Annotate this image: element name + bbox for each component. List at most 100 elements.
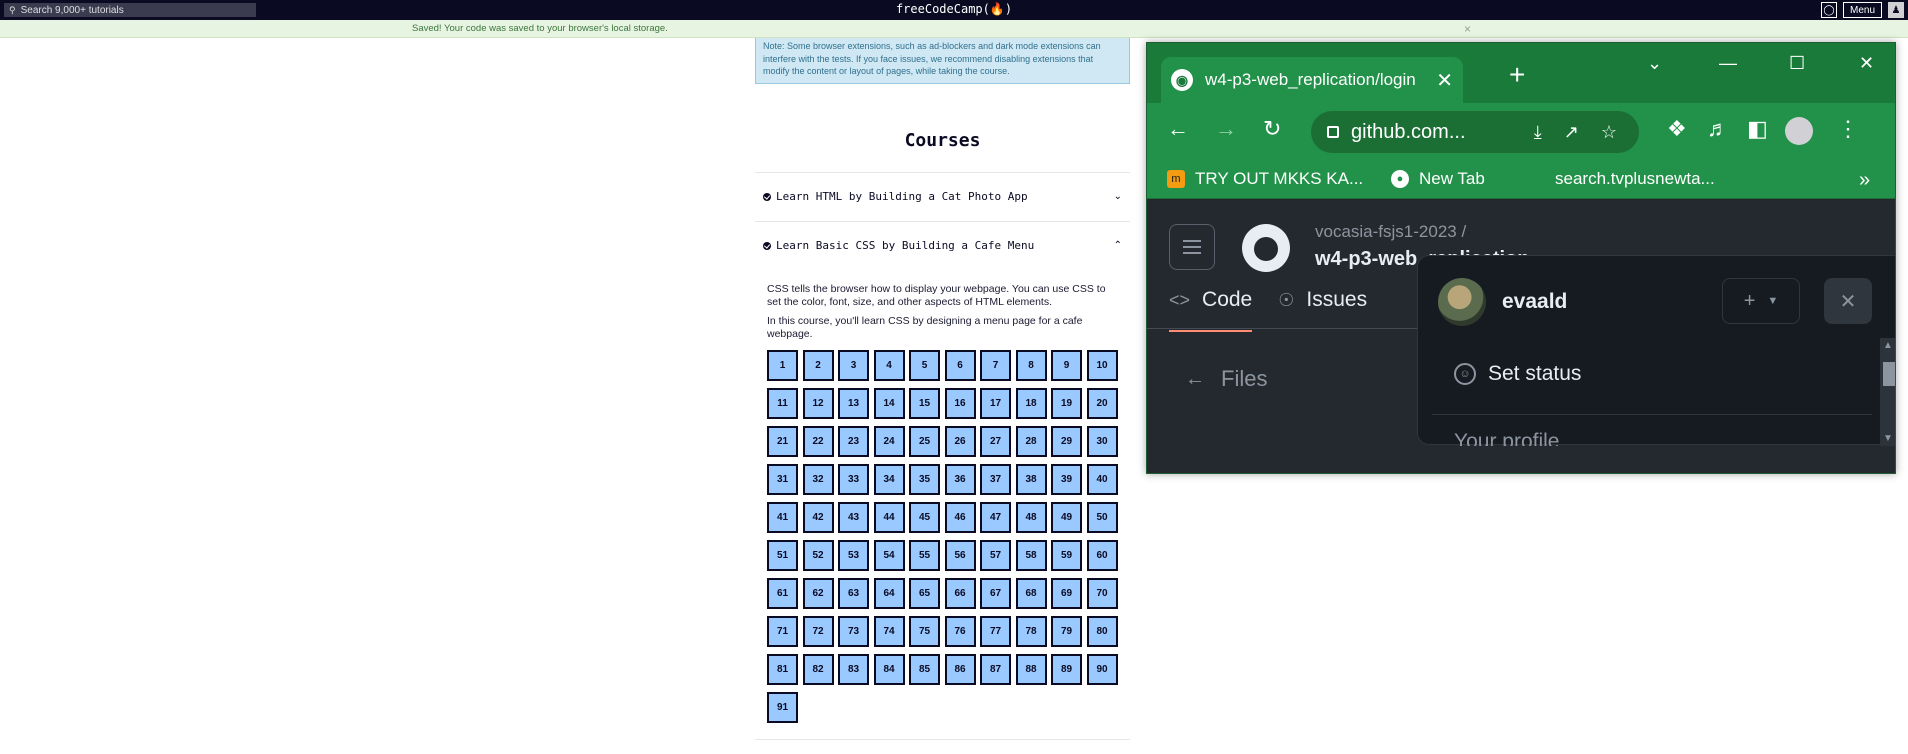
user-avatar-icon[interactable]: ♟ [1888, 2, 1904, 18]
reload-icon[interactable]: ↻ [1263, 117, 1281, 141]
step-button-84[interactable]: 84 [873, 654, 905, 685]
step-button-4[interactable]: 4 [873, 350, 905, 381]
step-button-26[interactable]: 26 [944, 426, 976, 457]
step-button-64[interactable]: 64 [873, 578, 905, 609]
scroll-up-icon[interactable]: ▲ [1883, 340, 1893, 351]
step-button-24[interactable]: 24 [873, 426, 905, 457]
step-button-13[interactable]: 13 [838, 388, 869, 419]
tab-issues[interactable]: ☉ Issues [1278, 288, 1367, 332]
step-button-40[interactable]: 40 [1086, 464, 1118, 495]
step-button-12[interactable]: 12 [802, 388, 834, 419]
scroll-down-icon[interactable]: ▼ [1883, 433, 1893, 444]
step-button-74[interactable]: 74 [873, 616, 905, 647]
step-button-73[interactable]: 73 [838, 616, 869, 647]
step-button-62[interactable]: 62 [802, 578, 834, 609]
step-button-54[interactable]: 54 [873, 540, 905, 571]
step-button-65[interactable]: 65 [909, 578, 940, 609]
bookmark-item[interactable]: m TRY OUT MKKS KA... [1167, 169, 1363, 189]
step-button-19[interactable]: 19 [1051, 388, 1082, 419]
bookmark-item[interactable]: ● New Tab [1391, 169, 1485, 189]
step-button-2[interactable]: 2 [802, 350, 834, 381]
step-button-18[interactable]: 18 [1015, 388, 1047, 419]
step-button-17[interactable]: 17 [980, 388, 1011, 419]
step-button-49[interactable]: 49 [1051, 502, 1082, 533]
step-button-21[interactable]: 21 [767, 426, 798, 457]
github-octocat-icon[interactable] [1242, 224, 1290, 272]
step-button-76[interactable]: 76 [944, 616, 976, 647]
step-button-30[interactable]: 30 [1086, 426, 1118, 457]
step-button-23[interactable]: 23 [838, 426, 869, 457]
step-button-20[interactable]: 20 [1086, 388, 1118, 419]
step-button-81[interactable]: 81 [767, 654, 798, 685]
close-tab-icon[interactable]: ✕ [1436, 68, 1453, 93]
language-globe-icon[interactable]: ◯ [1820, 2, 1837, 18]
step-button-22[interactable]: 22 [802, 426, 834, 457]
step-button-34[interactable]: 34 [873, 464, 905, 495]
bookmarks-overflow-icon[interactable]: » [1859, 169, 1870, 192]
kebab-menu-icon[interactable]: ⋮ [1837, 117, 1859, 141]
close-popup-button[interactable]: ✕ [1824, 278, 1872, 324]
step-button-33[interactable]: 33 [838, 464, 869, 495]
side-panel-icon[interactable]: ◧ [1747, 117, 1768, 141]
step-button-70[interactable]: 70 [1086, 578, 1118, 609]
profile-menu-item[interactable]: Your profile [1454, 430, 1559, 446]
media-controls-icon[interactable]: ♬ [1707, 117, 1729, 141]
step-button-60[interactable]: 60 [1086, 540, 1118, 571]
step-button-16[interactable]: 16 [944, 388, 976, 419]
step-button-83[interactable]: 83 [838, 654, 869, 685]
step-button-78[interactable]: 78 [1015, 616, 1047, 647]
step-button-51[interactable]: 51 [767, 540, 798, 571]
step-button-59[interactable]: 59 [1051, 540, 1082, 571]
profile-avatar-icon[interactable] [1785, 117, 1813, 145]
tab-search-chevron-icon[interactable]: ⌄ [1647, 53, 1662, 74]
step-button-7[interactable]: 7 [980, 350, 1011, 381]
files-back-link[interactable]: ← Files [1185, 366, 1267, 392]
step-button-35[interactable]: 35 [909, 464, 940, 495]
step-button-25[interactable]: 25 [909, 426, 940, 457]
step-button-50[interactable]: 50 [1086, 502, 1118, 533]
minimize-icon[interactable]: — [1719, 53, 1737, 74]
fcc-logo[interactable]: freeCodeCamp(🔥) [0, 2, 1908, 16]
step-button-56[interactable]: 56 [944, 540, 976, 571]
hamburger-menu-icon[interactable] [1169, 224, 1215, 270]
scroll-thumb[interactable] [1883, 362, 1895, 386]
step-button-67[interactable]: 67 [980, 578, 1011, 609]
step-button-86[interactable]: 86 [944, 654, 976, 685]
step-button-72[interactable]: 72 [802, 616, 834, 647]
step-button-31[interactable]: 31 [767, 464, 798, 495]
step-button-37[interactable]: 37 [980, 464, 1011, 495]
step-button-28[interactable]: 28 [1015, 426, 1047, 457]
step-button-63[interactable]: 63 [838, 578, 869, 609]
step-button-48[interactable]: 48 [1015, 502, 1047, 533]
step-button-71[interactable]: 71 [767, 616, 798, 647]
step-button-89[interactable]: 89 [1051, 654, 1082, 685]
step-button-45[interactable]: 45 [909, 502, 940, 533]
menu-button[interactable]: Menu [1842, 2, 1882, 18]
step-button-77[interactable]: 77 [980, 616, 1011, 647]
bookmark-star-icon[interactable]: ☆ [1601, 122, 1617, 143]
back-icon[interactable]: ← [1167, 117, 1189, 141]
forward-icon[interactable]: → [1215, 117, 1237, 141]
step-button-27[interactable]: 27 [980, 426, 1011, 457]
step-button-46[interactable]: 46 [944, 502, 976, 533]
step-button-11[interactable]: 11 [767, 388, 798, 419]
create-new-button[interactable]: + ▼ [1722, 278, 1800, 324]
step-button-53[interactable]: 53 [838, 540, 869, 571]
popup-scrollbar[interactable]: ▲ ▼ [1880, 338, 1895, 446]
search-bar[interactable]: ⚲ Search 9,000+ tutorials [4, 3, 256, 17]
step-button-9[interactable]: 9 [1051, 350, 1082, 381]
step-button-58[interactable]: 58 [1015, 540, 1047, 571]
step-button-88[interactable]: 88 [1015, 654, 1047, 685]
step-button-85[interactable]: 85 [909, 654, 940, 685]
step-button-52[interactable]: 52 [802, 540, 834, 571]
step-button-39[interactable]: 39 [1051, 464, 1082, 495]
step-button-29[interactable]: 29 [1051, 426, 1082, 457]
step-button-57[interactable]: 57 [980, 540, 1011, 571]
step-button-6[interactable]: 6 [944, 350, 976, 381]
flash-close-icon[interactable]: × [1464, 22, 1471, 36]
set-status-item[interactable]: ☺ Set status [1454, 362, 1581, 386]
step-button-79[interactable]: 79 [1051, 616, 1082, 647]
step-button-14[interactable]: 14 [873, 388, 905, 419]
step-button-90[interactable]: 90 [1086, 654, 1118, 685]
maximize-icon[interactable]: ☐ [1789, 53, 1805, 74]
